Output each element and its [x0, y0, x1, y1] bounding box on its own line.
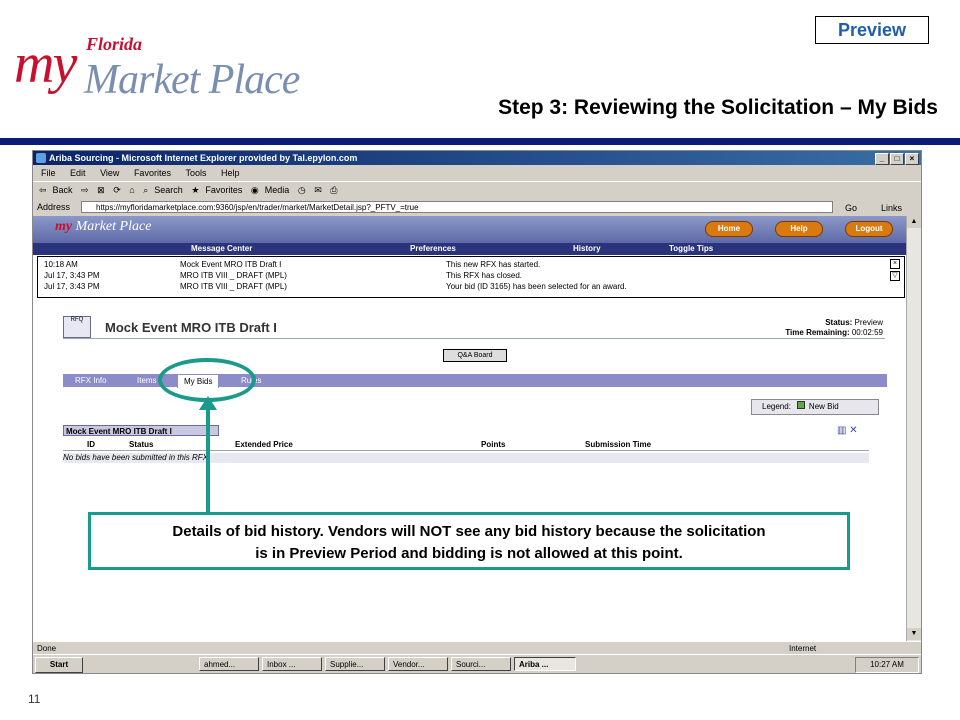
- scroll-up-icon[interactable]: ▲: [907, 216, 921, 228]
- divider: [63, 450, 869, 451]
- task-sourci[interactable]: Sourci...: [451, 657, 511, 671]
- qa-board-button[interactable]: Q&A Board: [443, 349, 507, 362]
- logo-marketplace: Market Place: [84, 57, 300, 103]
- address-bar: Address https://myfloridamarketplace.com…: [33, 199, 921, 215]
- window-title: Ariba Sourcing - Microsoft Internet Expl…: [49, 153, 358, 163]
- forward-icon[interactable]: ⇨: [81, 185, 89, 195]
- menu-help[interactable]: Help: [221, 168, 240, 178]
- header-rule: [0, 138, 960, 145]
- maximize-button[interactable]: □: [890, 153, 904, 165]
- new-bid-swatch: [796, 401, 805, 409]
- close-messages-icon[interactable]: ×: [890, 259, 900, 269]
- taskbar-clock: 10:27 AM: [855, 657, 919, 673]
- slide-title: Step 3: Reviewing the Solicitation – My …: [498, 96, 938, 119]
- app-navbar: Message Center Preferences History Toggl…: [33, 243, 906, 255]
- browser-window: Ariba Sourcing - Microsoft Internet Expl…: [32, 150, 922, 674]
- message-center: 10:18 AM Mock Event MRO ITB Draft I This…: [37, 256, 905, 298]
- media-icon: ◉: [250, 185, 259, 195]
- taskbar: Start ahmed... Inbox ... Supplie... Vend…: [33, 654, 921, 673]
- legend: Legend: New Bid: [751, 399, 879, 415]
- bid-section-title: Mock Event MRO ITB Draft I: [63, 425, 219, 436]
- scroll-down-icon[interactable]: ▼: [907, 628, 921, 640]
- start-button[interactable]: Start: [35, 657, 83, 673]
- task-ahmed[interactable]: ahmed...: [199, 657, 259, 671]
- address-input[interactable]: https://myfloridamarketplace.com:9360/js…: [81, 201, 833, 213]
- menu-favorites[interactable]: Favorites: [134, 168, 171, 178]
- nav-history[interactable]: History: [573, 243, 601, 255]
- callout-line-2: is in Preview Period and bidding is not …: [255, 545, 683, 562]
- nav-preferences[interactable]: Preferences: [410, 243, 456, 255]
- arrow-line: [206, 404, 210, 514]
- home-button[interactable]: Home: [705, 221, 753, 237]
- search-icon: ⌕: [143, 185, 149, 195]
- nav-message-center[interactable]: Message Center: [191, 243, 252, 255]
- home-icon[interactable]: ⌂: [129, 185, 134, 195]
- menu-file[interactable]: File: [41, 168, 56, 178]
- empty-bids-message: No bids have been submitted in this RFX.: [63, 453, 869, 463]
- menu-bar: File Edit View Favorites Tools Help: [33, 166, 921, 180]
- window-titlebar: Ariba Sourcing - Microsoft Internet Expl…: [33, 151, 921, 165]
- tab-rfx-info[interactable]: RFX Info: [69, 374, 113, 387]
- task-inbox[interactable]: Inbox ...: [262, 657, 322, 671]
- favorites-icon: ★: [191, 185, 200, 195]
- menu-view[interactable]: View: [100, 168, 119, 178]
- history-icon[interactable]: ◷: [298, 185, 306, 195]
- ie-icon: [36, 153, 46, 163]
- close-button[interactable]: ×: [905, 153, 919, 165]
- minimize-button[interactable]: _: [875, 153, 889, 165]
- columns-icon[interactable]: ▥: [837, 425, 846, 436]
- help-button[interactable]: Help: [775, 221, 823, 237]
- preview-tag: Preview: [815, 16, 929, 44]
- app-header: my Market Place Home Help Logout: [33, 216, 906, 243]
- links-button[interactable]: Links: [881, 200, 902, 216]
- browser-statusbar: Done Internet: [33, 641, 921, 655]
- bids-table-header: ID Status Extended Price Points Submissi…: [87, 440, 652, 449]
- mail-icon[interactable]: ✉: [314, 185, 322, 195]
- search-button[interactable]: Search: [154, 185, 183, 195]
- stop-icon[interactable]: ⊠: [97, 185, 105, 195]
- export-icon[interactable]: ✕: [849, 425, 857, 436]
- page-content: my Market Place Home Help Logout Message…: [33, 216, 906, 641]
- event-title: Mock Event MRO ITB Draft I: [105, 320, 277, 335]
- vertical-scrollbar[interactable]: ▲ ▼: [906, 216, 921, 641]
- expand-messages-icon[interactable]: ▽: [890, 271, 900, 281]
- media-button[interactable]: Media: [265, 185, 290, 195]
- nav-toggle-tips[interactable]: Toggle Tips: [669, 243, 713, 255]
- divider: [63, 338, 885, 339]
- callout-box: Details of bid history. Vendors will NOT…: [88, 512, 850, 570]
- favorites-button[interactable]: Favorites: [205, 185, 242, 195]
- browser-toolbar: ⇦ Back ⇨ ⊠ ⟳ ⌂ ⌕ Search ★ Favorites ◉ Media …: [33, 181, 921, 199]
- back-button[interactable]: Back: [53, 185, 73, 195]
- print-icon[interactable]: ⎙: [330, 185, 337, 195]
- logout-button[interactable]: Logout: [845, 221, 893, 237]
- menu-tools[interactable]: Tools: [185, 168, 206, 178]
- menu-edit[interactable]: Edit: [70, 168, 86, 178]
- callout-line-1: Details of bid history. Vendors will NOT…: [172, 523, 766, 540]
- app-logo: my Market Place: [55, 219, 152, 234]
- table-tools: ▥ ✕: [837, 425, 858, 436]
- task-ariba[interactable]: Ariba ...: [514, 657, 576, 671]
- task-supplie[interactable]: Supplie...: [325, 657, 385, 671]
- address-label: Address: [37, 202, 71, 212]
- page-number: 11: [28, 692, 41, 706]
- event-status: Status: Preview Time Remaining: 00:02:59: [785, 318, 883, 337]
- logo-my: my: [14, 33, 77, 95]
- logo-florida: Florida: [86, 34, 143, 54]
- task-vendor[interactable]: Vendor...: [388, 657, 448, 671]
- back-icon: ⇦: [39, 185, 47, 195]
- rfq-icon: RFQ: [63, 316, 91, 338]
- refresh-icon[interactable]: ⟳: [113, 185, 121, 195]
- go-button[interactable]: Go: [845, 200, 857, 216]
